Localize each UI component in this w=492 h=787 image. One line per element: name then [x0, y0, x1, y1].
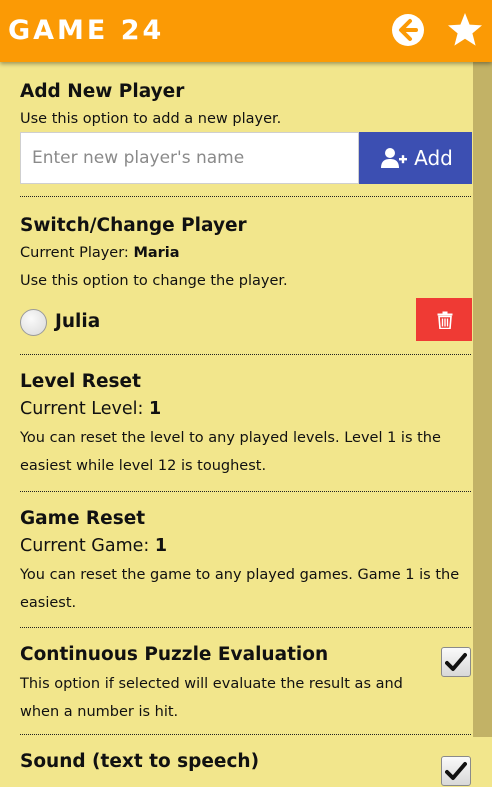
continuous-eval-heading: Continuous Puzzle Evaluation — [20, 644, 329, 665]
add-user-icon — [381, 148, 408, 168]
add-button-label: Add — [414, 146, 453, 170]
section-divider — [20, 491, 472, 492]
section-divider — [20, 734, 472, 735]
current-game-line[interactable]: Current Game: 1 — [20, 536, 167, 556]
current-game-label: Current Game: — [20, 536, 155, 556]
checkmark-icon — [445, 762, 467, 780]
continuous-eval-description: This option if selected will evaluate th… — [20, 676, 403, 720]
game-reset-heading: Game Reset — [20, 508, 146, 529]
level-reset-description: You can reset the level to any played le… — [20, 430, 441, 474]
add-player-description: Use this option to add a new player. — [20, 111, 282, 127]
star-icon — [448, 13, 482, 46]
arrow-left-circle-icon — [392, 14, 424, 46]
settings-content[interactable]: Add New Player Use this option to add a … — [0, 62, 472, 787]
app-header: GAME 24 — [0, 0, 492, 62]
app-title: GAME 24 — [8, 15, 165, 46]
sound-heading: Sound (text to speech) — [20, 751, 260, 772]
scrollbar-track[interactable] — [473, 62, 492, 787]
player-name-julia: Julia — [55, 311, 101, 332]
current-level-line[interactable]: Current Level: 1 — [20, 399, 161, 419]
section-divider — [20, 627, 472, 628]
add-player-button[interactable]: Add — [359, 132, 472, 184]
section-divider — [20, 196, 472, 197]
current-player-line: Current Player: Maria — [20, 239, 180, 267]
section-divider — [20, 354, 472, 355]
switch-player-description: Use this option to change the player. — [20, 273, 288, 289]
add-player-heading: Add New Player — [20, 81, 185, 102]
player-radio-julia[interactable] — [20, 309, 47, 336]
scrollbar-thumb[interactable] — [473, 62, 492, 737]
switch-player-heading: Switch/Change Player — [20, 215, 247, 236]
current-level-value: 1 — [148, 399, 162, 419]
checkmark-icon — [445, 653, 467, 671]
current-player-value: Maria — [133, 245, 180, 261]
current-game-value: 1 — [154, 536, 168, 556]
delete-player-button[interactable] — [416, 298, 472, 341]
favorite-button[interactable] — [446, 11, 484, 49]
new-player-name-input[interactable] — [20, 132, 359, 184]
continuous-eval-checkbox[interactable] — [441, 647, 471, 677]
game-reset-description: You can reset the game to any played gam… — [20, 567, 460, 611]
current-level-label: Current Level: — [20, 399, 149, 419]
sound-checkbox[interactable] — [441, 756, 471, 786]
current-player-label: Current Player: — [20, 245, 134, 261]
back-button[interactable] — [389, 11, 427, 49]
level-reset-heading: Level Reset — [20, 371, 141, 392]
trash-icon — [437, 311, 452, 329]
